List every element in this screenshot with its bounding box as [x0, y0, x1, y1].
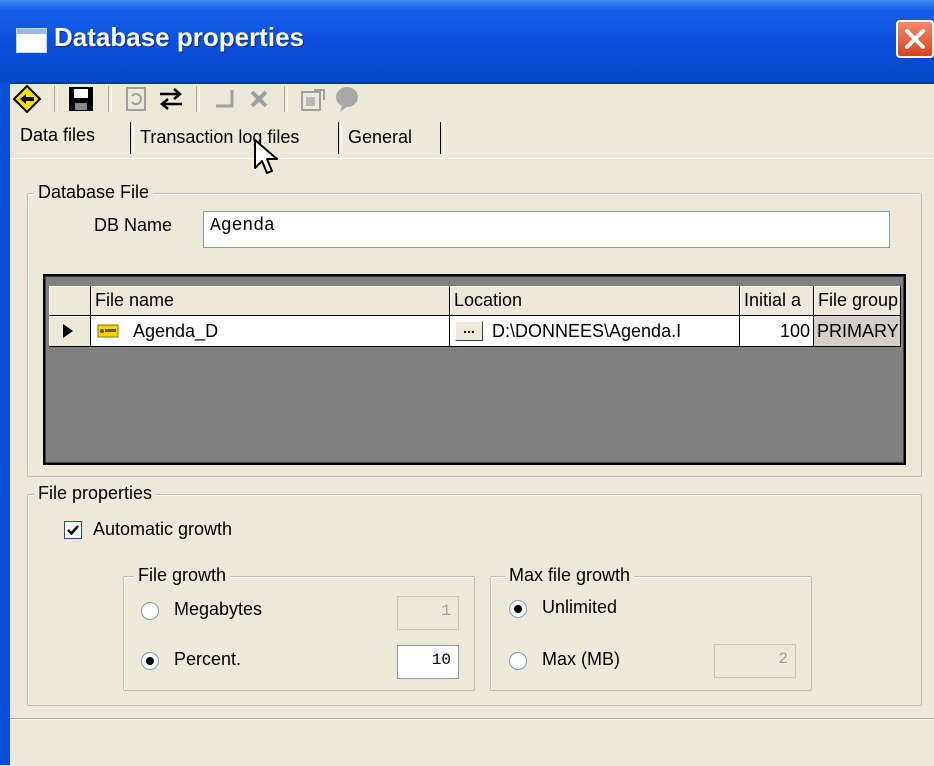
properties-icon[interactable]: [298, 84, 328, 114]
refresh-icon[interactable]: [122, 84, 152, 114]
title-bar[interactable]: Database properties: [0, 0, 934, 84]
key-icon: [97, 324, 119, 338]
tab-data-files[interactable]: Data files: [16, 116, 132, 158]
percent-radio[interactable]: [141, 652, 159, 670]
file-growth-group-title: File growth: [134, 565, 231, 586]
help-icon[interactable]: [332, 84, 362, 114]
back-arrow-icon[interactable]: [12, 84, 42, 114]
percent-input[interactable]: 10: [397, 645, 459, 679]
checkmark-icon: [67, 525, 79, 536]
table-row-file-name-cell[interactable]: Agenda_D: [91, 316, 450, 347]
db-name-input[interactable]: Agenda: [203, 211, 890, 248]
percent-label[interactable]: Percent.: [174, 649, 241, 670]
tab-general[interactable]: General: [344, 118, 440, 156]
max-mb-radio[interactable]: [509, 652, 527, 670]
save-icon[interactable]: [66, 84, 96, 114]
db-name-label: DB Name: [94, 215, 173, 235]
column-header-file-name[interactable]: File name: [91, 286, 450, 316]
toolbar-separator: [196, 86, 200, 112]
table-row-location-cell[interactable]: ... D:\DONNEES\Agenda.I: [450, 316, 740, 347]
max-mb-input[interactable]: 2: [714, 644, 796, 678]
status-bar: [10, 718, 934, 766]
file-properties-group-title: File properties: [34, 483, 157, 504]
tab-divider: [440, 122, 444, 154]
file-name-value: Agenda_D: [133, 321, 219, 341]
tab-divider: [130, 122, 134, 154]
grid-corner-header: [49, 286, 91, 316]
window-left-border: [0, 82, 10, 765]
undo-icon[interactable]: [210, 84, 240, 114]
close-button[interactable]: [896, 20, 934, 58]
data-files-grid[interactable]: File name Location Initial a File group …: [43, 274, 906, 465]
browse-button[interactable]: ...: [455, 321, 483, 341]
row-indicator[interactable]: [49, 316, 91, 347]
megabytes-label[interactable]: Megabytes: [174, 599, 262, 620]
tab-divider: [338, 122, 342, 154]
database-properties-window: Database properties Data files Transacti…: [0, 0, 934, 765]
delete-icon[interactable]: [244, 84, 274, 114]
mouse-cursor-icon: [254, 139, 278, 174]
close-icon: [905, 29, 925, 49]
megabytes-radio[interactable]: [141, 602, 159, 620]
window-title: Database properties: [54, 22, 304, 52]
megabytes-input[interactable]: 1: [397, 596, 459, 630]
current-row-icon: [63, 324, 73, 338]
tab-transaction-log-files[interactable]: Transaction log files: [136, 118, 336, 156]
max-mb-label[interactable]: Max (MB): [542, 649, 620, 670]
automatic-growth-label[interactable]: Automatic growth: [93, 519, 232, 540]
toolbar-separator: [284, 86, 288, 112]
automatic-growth-checkbox[interactable]: [64, 521, 82, 539]
unlimited-label[interactable]: Unlimited: [542, 597, 617, 618]
unlimited-radio[interactable]: [509, 600, 527, 618]
toolbar: [10, 80, 510, 118]
initial-size-cell[interactable]: 100: [740, 316, 814, 347]
swap-icon[interactable]: [156, 84, 186, 114]
window-icon: [16, 28, 47, 53]
column-header-location[interactable]: Location: [450, 286, 740, 316]
database-file-group-title: Database File: [34, 182, 154, 203]
location-value: D:\DONNEES\Agenda.I: [492, 321, 682, 341]
toolbar-separator: [54, 86, 58, 112]
tab-panel-border: [10, 158, 934, 159]
file-group-cell[interactable]: PRIMARY: [814, 316, 901, 347]
max-file-growth-group-title: Max file growth: [505, 565, 635, 586]
toolbar-separator: [108, 86, 112, 112]
column-header-initial[interactable]: Initial a: [740, 286, 814, 316]
column-header-file-group[interactable]: File group: [814, 286, 901, 316]
